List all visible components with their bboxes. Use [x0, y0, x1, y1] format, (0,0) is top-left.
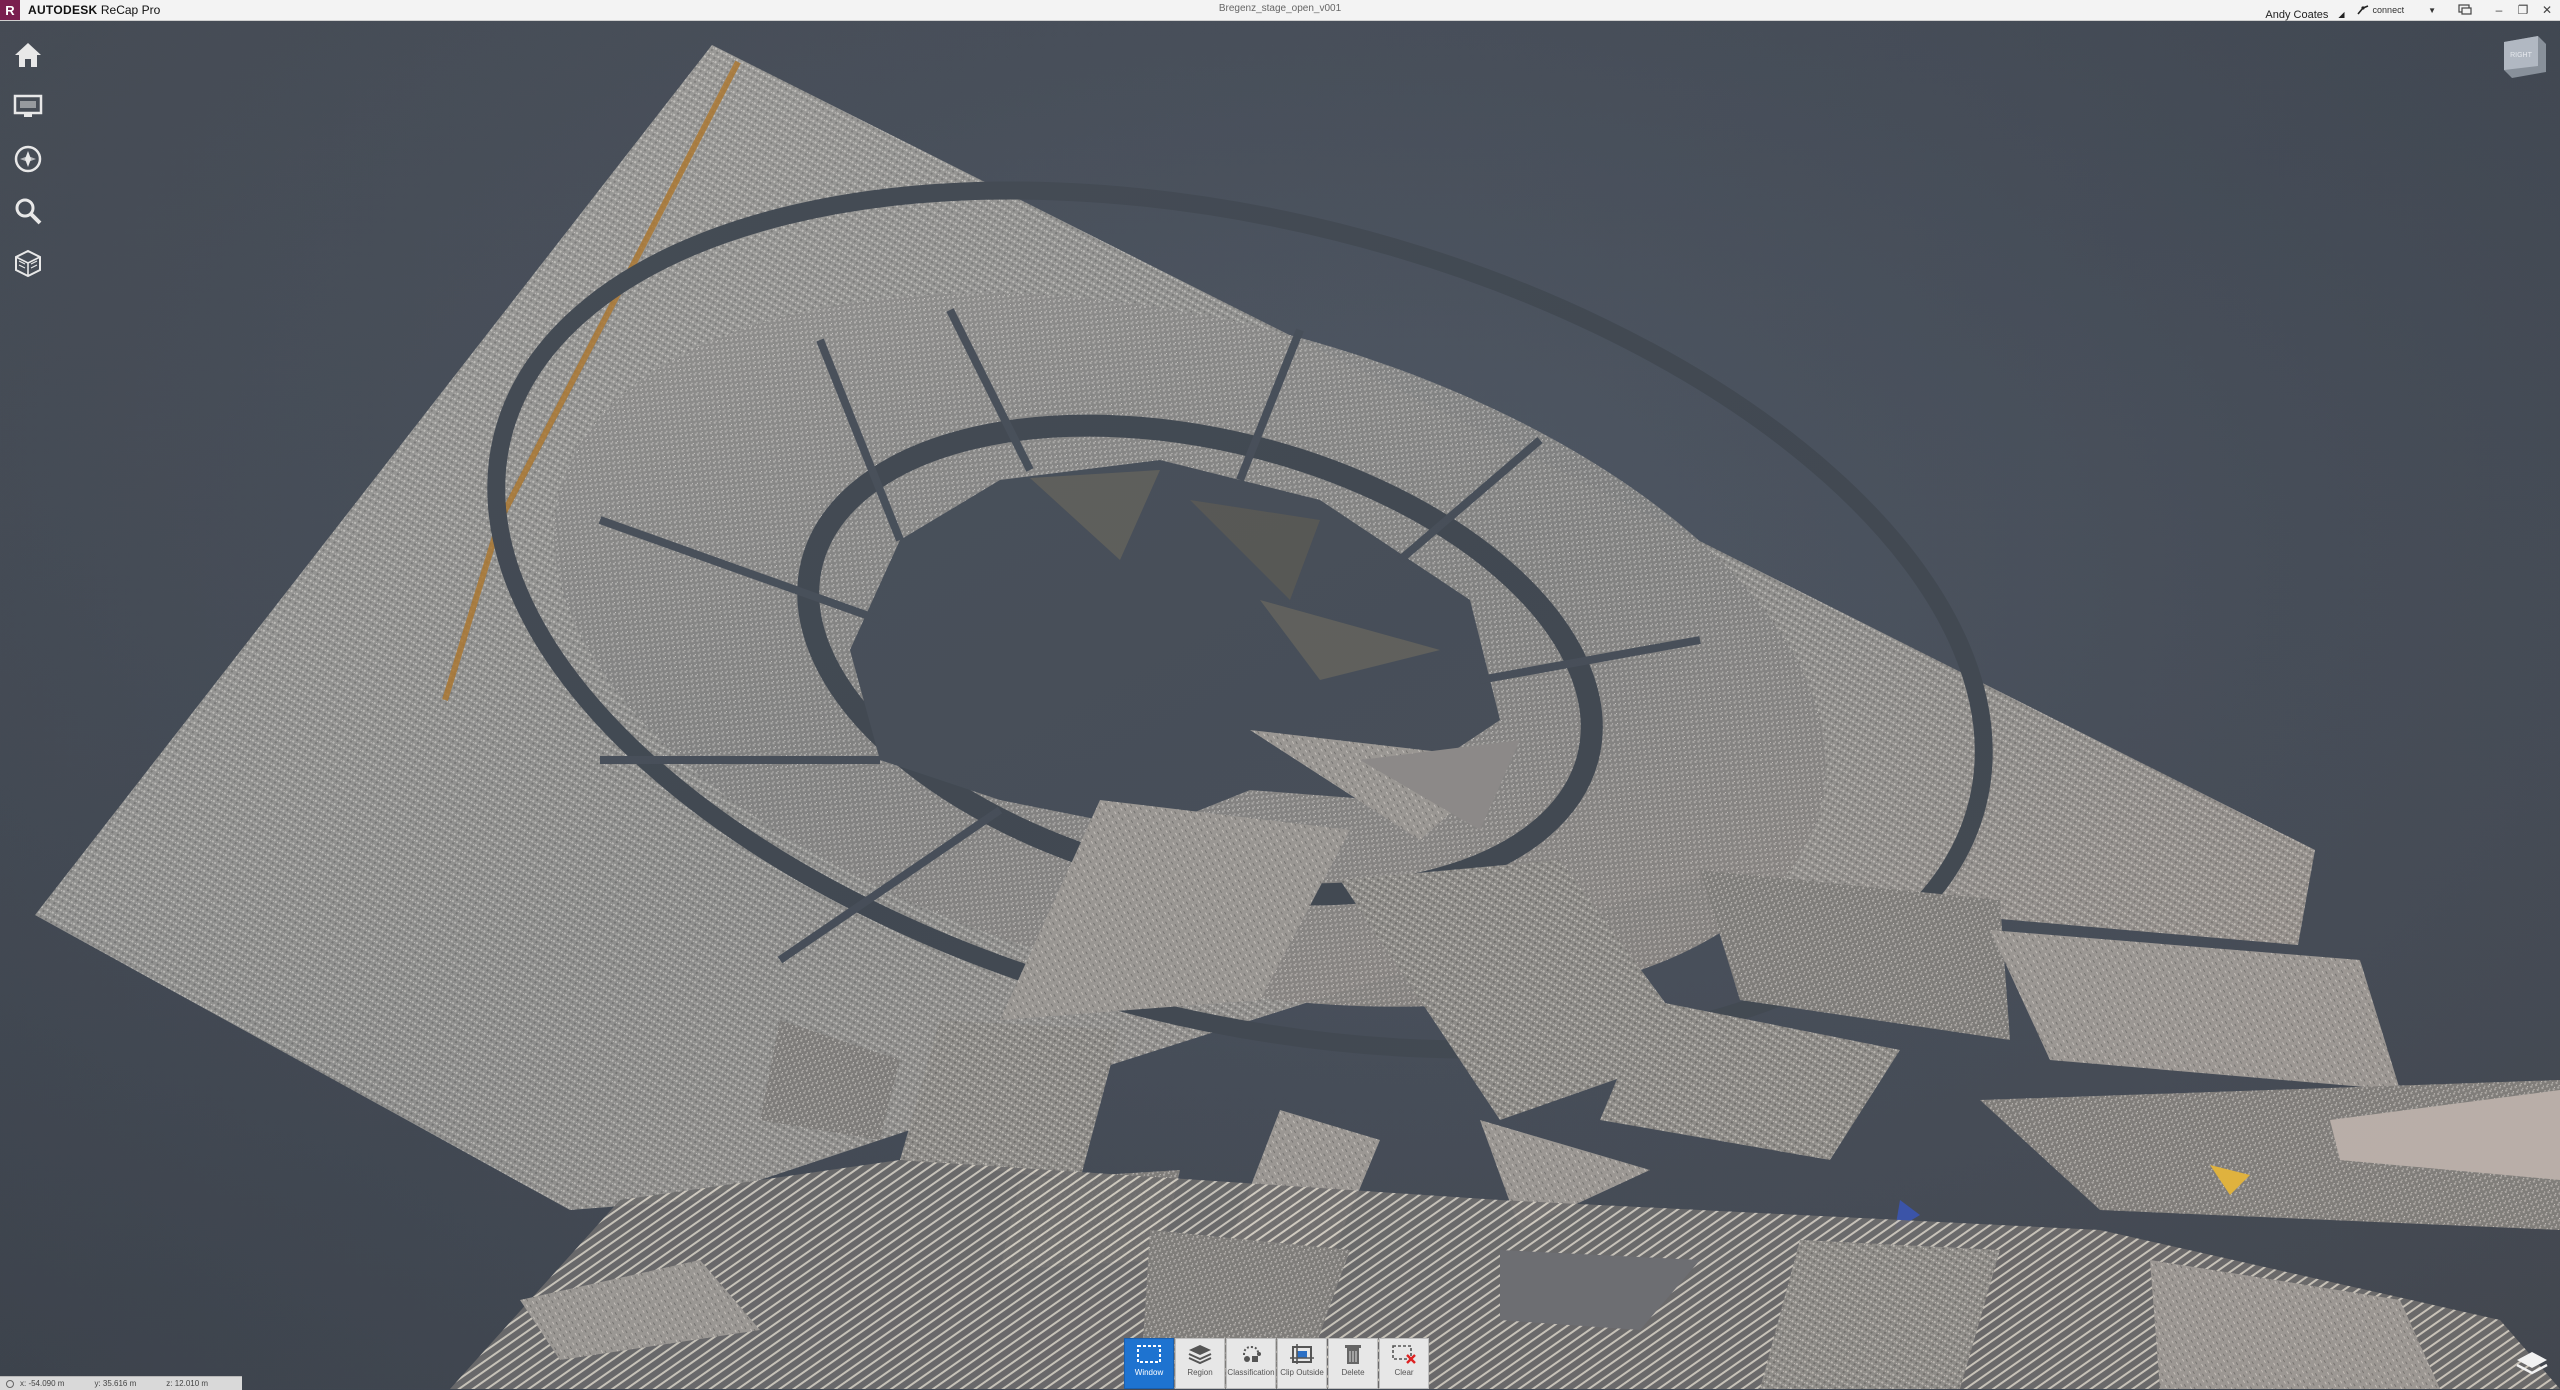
document-title: Bregenz_stage_open_v001 — [1218, 3, 1342, 14]
delete-label: Delete — [1341, 1368, 1365, 1377]
search-icon[interactable] — [8, 190, 48, 231]
status-bar: x: -54.090 m y: 35.616 m z: 12.010 m — [0, 1376, 242, 1390]
viewcube[interactable]: RIGHT — [2498, 34, 2548, 82]
app-brand: AUTODESK ReCap Pro — [28, 3, 160, 17]
clear-label: Clear — [1394, 1368, 1414, 1377]
clear-button[interactable]: Clear — [1379, 1338, 1429, 1389]
window-label: Window — [1134, 1368, 1164, 1377]
clip-outside-icon — [1290, 1344, 1314, 1364]
region-button[interactable]: Region — [1175, 1338, 1225, 1389]
coord-z: z: 12.010 m — [166, 1379, 209, 1388]
user-menu-caret-icon[interactable]: ◢ — [2338, 10, 2344, 19]
restore-icon[interactable]: ❐ — [2514, 1, 2532, 19]
window-select-button[interactable]: Window — [1124, 1338, 1174, 1389]
chat-icon[interactable] — [2456, 1, 2474, 19]
brand-name: AUTODESK — [28, 3, 98, 17]
classification-button[interactable]: Classification — [1226, 1338, 1276, 1389]
classification-label: Classification — [1227, 1368, 1275, 1377]
titlebar-right: Andy Coates ◢ connect ▼ – ❐ ✕ — [2265, 0, 2556, 21]
connect-icon — [2356, 5, 2368, 15]
app-logo[interactable]: R — [0, 0, 20, 20]
delete-button[interactable]: Delete — [1328, 1338, 1378, 1389]
trash-icon — [1345, 1345, 1361, 1364]
coordinate-system-icon[interactable] — [6, 1379, 14, 1388]
window-select-icon — [1137, 1345, 1161, 1363]
close-icon[interactable]: ✕ — [2538, 1, 2556, 19]
region-label: Region — [1187, 1368, 1213, 1377]
clip-outside-button[interactable]: Clip Outside — [1277, 1338, 1327, 1389]
coord-x: x: -54.090 m — [20, 1379, 65, 1388]
layers-toggle-icon[interactable] — [2514, 1348, 2550, 1380]
region-layers-icon — [1188, 1345, 1212, 1365]
point-cloud-viewport[interactable] — [0, 0, 2560, 1389]
coord-y: y: 35.616 m — [94, 1379, 137, 1388]
user-name[interactable]: Andy Coates — [2265, 9, 2328, 21]
minimize-icon[interactable]: – — [2490, 1, 2508, 19]
clear-selection-icon — [1392, 1345, 1416, 1364]
home-icon[interactable] — [8, 34, 48, 75]
left-toolbar — [8, 34, 48, 283]
viewcube-face-label: RIGHT — [2510, 52, 2533, 59]
connect-label: connect — [2372, 5, 2405, 15]
navigation-wheel-icon[interactable] — [8, 138, 48, 179]
clip-outside-label: Clip Outside — [1280, 1368, 1324, 1377]
selection-toolbar: Window Region Classification Clip Outsid… — [1124, 1338, 1429, 1389]
display-monitor-icon[interactable] — [8, 86, 48, 127]
title-bar: R AUTODESK ReCap Pro Bregenz_stage_open_… — [0, 0, 2560, 21]
connect-menu[interactable]: connect ▼ — [2356, 5, 2436, 15]
scan-region-cube-icon[interactable] — [8, 242, 48, 283]
product-name: ReCap Pro — [100, 3, 161, 17]
connect-dropdown-icon[interactable]: ▼ — [2428, 6, 2436, 15]
classification-icon — [1243, 1345, 1261, 1362]
